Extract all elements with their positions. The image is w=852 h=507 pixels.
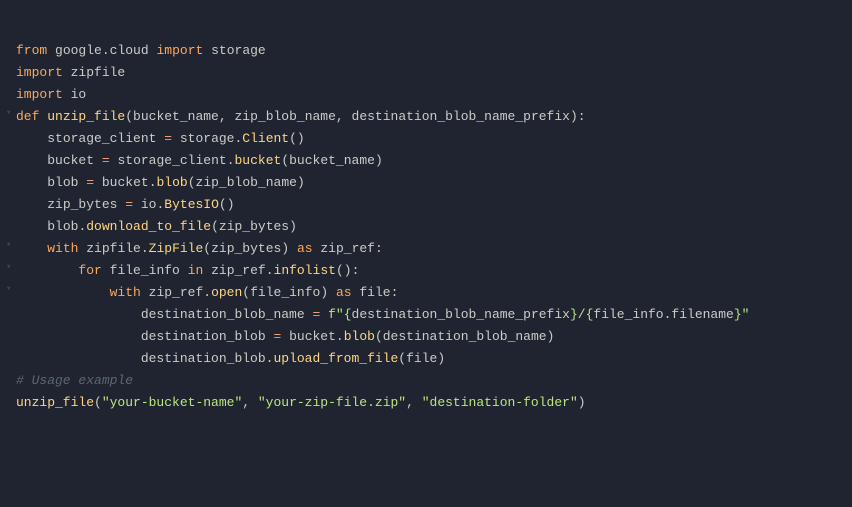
code-editor[interactable]: from google.cloud import storage import … <box>0 40 852 414</box>
code-line: destination_blob = bucket.blob(destinati… <box>16 326 852 348</box>
code-line: ▾def unzip_file(bucket_name, zip_blob_na… <box>16 106 852 128</box>
code-line: import zipfile <box>16 62 852 84</box>
keyword-from: from <box>16 43 47 58</box>
code-line: blob = bucket.blob(zip_blob_name) <box>16 172 852 194</box>
keyword-for: for <box>78 263 101 278</box>
code-line: destination_blob.upload_from_file(file) <box>16 348 852 370</box>
code-line: import io <box>16 84 852 106</box>
code-line: ▾ with zipfile.ZipFile(zip_bytes) as zip… <box>16 238 852 260</box>
string-literal: "your-zip-file.zip" <box>258 395 406 410</box>
code-line: ▾ with zip_ref.open(file_info) as file: <box>16 282 852 304</box>
code-line: # Usage example <box>16 370 852 392</box>
code-line: unzip_file("your-bucket-name", "your-zip… <box>16 392 852 414</box>
string-literal: "destination-folder" <box>422 395 578 410</box>
code-line: ▾ for file_info in zip_ref.infolist(): <box>16 260 852 282</box>
fold-chevron-icon[interactable]: ▾ <box>6 109 14 117</box>
code-line: from google.cloud import storage <box>16 40 852 62</box>
keyword-def: def <box>16 109 39 124</box>
code-line: storage_client = storage.Client() <box>16 128 852 150</box>
keyword-with: with <box>47 241 78 256</box>
fold-chevron-icon[interactable]: ▾ <box>6 285 14 293</box>
fold-chevron-icon[interactable]: ▾ <box>6 263 14 271</box>
string-literal: "your-bucket-name" <box>102 395 242 410</box>
code-line: bucket = storage_client.bucket(bucket_na… <box>16 150 852 172</box>
code-line: blob.download_to_file(zip_bytes) <box>16 216 852 238</box>
function-name: unzip_file <box>47 109 125 124</box>
fold-chevron-icon[interactable]: ▾ <box>6 241 14 249</box>
code-line: destination_blob_name = f"{destination_b… <box>16 304 852 326</box>
comment: # Usage example <box>16 373 133 388</box>
keyword-import: import <box>156 43 203 58</box>
code-line: zip_bytes = io.BytesIO() <box>16 194 852 216</box>
